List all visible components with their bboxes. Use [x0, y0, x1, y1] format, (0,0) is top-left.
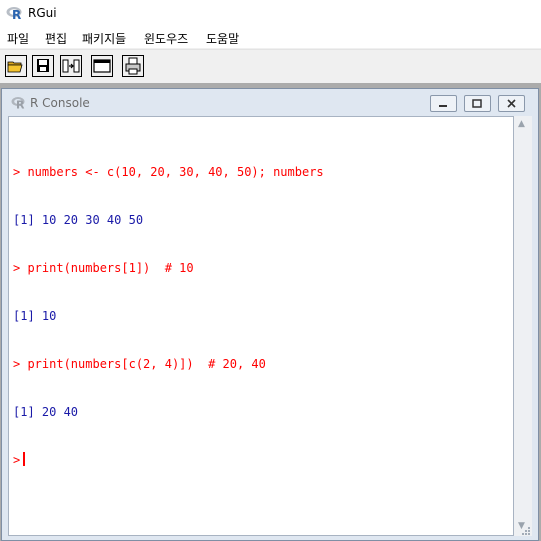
- console-command-line: > print(numbers[1]) # 10: [13, 261, 194, 275]
- console-output-line: [1] 10 20 30 40 50: [13, 213, 144, 227]
- copy-paste-icon: [62, 59, 80, 73]
- menu-bar: 파일 편집 패키지들 윈도우즈 도움말: [0, 28, 541, 48]
- open-script-button[interactable]: [5, 55, 27, 77]
- scroll-up-arrow-icon[interactable]: ▲: [518, 119, 525, 129]
- printer-icon: [125, 57, 141, 75]
- maximize-icon: [472, 99, 482, 108]
- console-prompt: >: [13, 453, 21, 467]
- copy-paste-button[interactable]: [60, 55, 82, 77]
- r-console-title: R Console: [30, 96, 90, 110]
- menu-file[interactable]: 파일: [7, 30, 29, 47]
- console-output-area[interactable]: > numbers <- c(10, 20, 30, 40, 50); numb…: [8, 116, 514, 536]
- r-console-titlebar[interactable]: R R Console: [2, 89, 538, 115]
- console-command-line: > print(numbers[c(2, 4)]) # 20, 40: [13, 357, 266, 371]
- app-titlebar: R RGui: [0, 0, 541, 28]
- svg-text:R: R: [16, 99, 25, 110]
- r-logo-icon: R: [11, 97, 25, 110]
- console-lines: > numbers <- c(10, 20, 30, 40, 50); numb…: [13, 132, 324, 500]
- menu-windows[interactable]: 윈도우즈: [144, 30, 188, 47]
- console-output-line: [1] 20 40: [13, 405, 79, 419]
- console-button[interactable]: [91, 55, 113, 77]
- app-title: RGui: [28, 6, 57, 20]
- vertical-scrollbar[interactable]: ▲ ▼: [514, 116, 532, 536]
- print-button[interactable]: [122, 55, 144, 77]
- text-cursor: [23, 452, 26, 466]
- r-console-window: R R Console > numbers <- c(10, 20, 30, 4…: [1, 88, 539, 541]
- close-icon: [507, 99, 516, 108]
- console-output-line: [1] 10: [13, 309, 57, 323]
- menu-help[interactable]: 도움말: [206, 30, 239, 47]
- r-logo-icon: R: [6, 7, 22, 20]
- maximize-button[interactable]: [464, 95, 491, 112]
- svg-text:R: R: [12, 8, 21, 20]
- folder-open-icon: [7, 61, 23, 73]
- save-button[interactable]: [32, 55, 54, 77]
- console-command-line: > numbers <- c(10, 20, 30, 40, 50); numb…: [13, 165, 324, 179]
- menu-edit[interactable]: 편집: [45, 30, 67, 47]
- close-button[interactable]: [498, 95, 525, 112]
- minimize-icon: [439, 105, 447, 107]
- console-window-icon: [93, 59, 111, 73]
- mdi-client-area: R R Console > numbers <- c(10, 20, 30, 4…: [0, 83, 541, 541]
- console-prompt-line[interactable]: >: [13, 452, 324, 468]
- minimize-button[interactable]: [430, 95, 457, 112]
- floppy-disk-icon: [37, 59, 49, 72]
- toolbar: [0, 49, 541, 84]
- resize-grip-icon[interactable]: [521, 526, 531, 536]
- menu-packages[interactable]: 패키지들: [82, 30, 126, 47]
